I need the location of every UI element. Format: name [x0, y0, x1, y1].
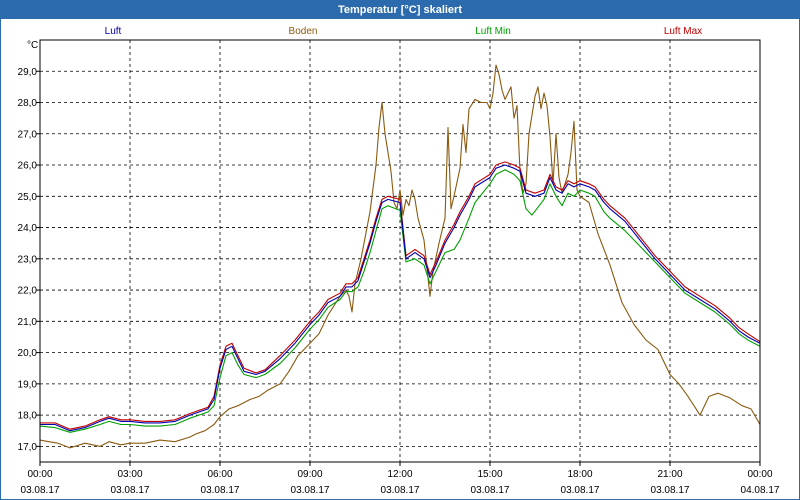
y-tick-label: 25,0: [18, 192, 38, 203]
legend-item-luft: Luft: [105, 26, 122, 37]
y-tick-label: 20,0: [18, 348, 38, 359]
y-tick-label: 27,0: [18, 129, 38, 140]
x-tick-time: 03:00: [117, 469, 142, 480]
y-tick-label: 26,0: [18, 161, 38, 172]
x-tick-date: 03.08.17: [381, 485, 420, 496]
y-tick-label: 23,0: [18, 254, 38, 265]
x-tick-time: 00:00: [747, 469, 772, 480]
x-tick-time: 09:00: [297, 469, 322, 480]
x-tick-date: 04.08.17: [741, 485, 780, 496]
x-tick-time: 06:00: [207, 469, 232, 480]
y-tick-label: 22,0: [18, 286, 38, 297]
grid: [40, 40, 760, 462]
y-axis: 17,0 18,0 19,0 20,0 21,0 22,0 23,0 24,0 25,0 26,0…: [18, 67, 40, 453]
legend-item-boden: Boden: [289, 26, 318, 37]
x-tick-date: 03.08.17: [21, 485, 60, 496]
y-tick-label: 18,0: [18, 411, 38, 422]
legend-item-luft-max: Luft Max: [664, 26, 702, 37]
y-tick-label: 29,0: [18, 67, 38, 78]
x-tick-date: 03.08.17: [561, 485, 600, 496]
x-tick-time: 21:00: [657, 469, 682, 480]
legend-item-luft-min: Luft Min: [475, 26, 511, 37]
y-axis-unit: °C: [27, 40, 38, 51]
y-tick-label: 24,0: [18, 223, 38, 234]
legend: Luft Boden Luft Min Luft Max: [105, 26, 703, 37]
x-axis: 00:00 03.08.17 03:00 03.08.17 06:00 03.08.17 0…: [21, 462, 780, 496]
x-tick-time: 12:00: [387, 469, 412, 480]
x-tick-date: 03.08.17: [471, 485, 510, 496]
x-tick-date: 03.08.17: [291, 485, 330, 496]
x-tick-time: 15:00: [477, 469, 502, 480]
y-tick-label: 21,0: [18, 317, 38, 328]
y-tick-label: 28,0: [18, 98, 38, 109]
x-tick-date: 03.08.17: [111, 485, 150, 496]
y-tick-label: 17,0: [18, 442, 38, 453]
x-tick-date: 03.08.17: [651, 485, 690, 496]
x-tick-time: 18:00: [567, 469, 592, 480]
temperature-chart: 17,0 18,0 19,0 20,0 21,0 22,0 23,0 24,0 25,0 26,0…: [18, 26, 780, 496]
x-tick-date: 03.08.17: [201, 485, 240, 496]
y-tick-label: 19,0: [18, 379, 38, 390]
x-tick-time: 00:00: [27, 469, 52, 480]
